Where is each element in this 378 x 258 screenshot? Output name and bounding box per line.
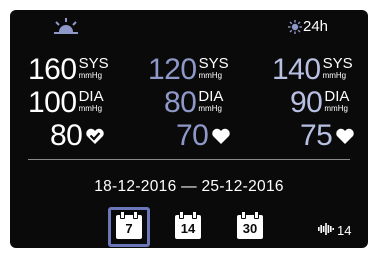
period-30-days-button[interactable]: 30 bbox=[229, 207, 271, 247]
calendar-icon: 14 bbox=[175, 211, 201, 239]
day-pulse: 80 bbox=[50, 121, 105, 151]
sys-label: SYS bbox=[198, 55, 229, 72]
total-pulse: 75 bbox=[300, 121, 355, 151]
total-pulse-value: 75 bbox=[300, 119, 333, 152]
heart-icon bbox=[335, 128, 355, 150]
bp-summary-panel: 160 SYS mmHg 100 DIA mmHg 80 120 SYS mmH… bbox=[10, 10, 368, 248]
day-systolic-value: 160 bbox=[28, 53, 77, 86]
night-pulse-value: 70 bbox=[176, 119, 209, 152]
night-diastolic: 80 DIA mmHg bbox=[164, 88, 223, 118]
day-systolic: 160 SYS mmHg bbox=[28, 55, 109, 85]
calendar-icon: 30 bbox=[237, 211, 263, 239]
unit-label: mmHg bbox=[198, 104, 222, 113]
date-range: 18-12-2016 — 25-12-2016 bbox=[94, 178, 284, 195]
dia-label: DIA bbox=[78, 88, 104, 105]
night-pulse: 70 bbox=[176, 121, 231, 151]
unit-label: mmHg bbox=[324, 104, 348, 113]
night-diastolic-value: 80 bbox=[164, 86, 197, 119]
calendar-icon: 7 bbox=[116, 211, 142, 239]
day-diastolic-value: 100 bbox=[28, 86, 77, 119]
total-systolic-value: 140 bbox=[272, 53, 321, 86]
night-systolic: 120 SYS mmHg bbox=[148, 55, 229, 85]
night-systolic-value: 120 bbox=[148, 53, 197, 86]
period-14-days-button[interactable]: 14 bbox=[167, 207, 209, 247]
total-diastolic-value: 90 bbox=[290, 86, 323, 119]
measurement-count: 14 bbox=[318, 223, 351, 238]
total-diastolic: 90 DIA mmHg bbox=[290, 88, 349, 118]
divider bbox=[28, 159, 350, 160]
moon-icon bbox=[200, 18, 214, 41]
sunrise-icon bbox=[52, 18, 80, 41]
screenshot: 160 SYS mmHg 100 DIA mmHg 80 120 SYS mmH… bbox=[0, 0, 378, 258]
day-pulse-value: 80 bbox=[50, 119, 83, 152]
sun-moon-icon: 24h bbox=[288, 18, 339, 35]
measurement-count-value: 14 bbox=[337, 223, 352, 238]
dia-label: DIA bbox=[198, 88, 224, 105]
period-7-days-button[interactable]: 7 bbox=[108, 207, 150, 247]
unit-label: mmHg bbox=[78, 71, 103, 80]
heart-check-icon bbox=[85, 128, 105, 150]
total-period-label: 24h bbox=[303, 18, 329, 35]
unit-label: mmHg bbox=[322, 71, 347, 80]
dia-label: DIA bbox=[324, 88, 350, 105]
sys-label: SYS bbox=[322, 55, 353, 72]
heart-icon bbox=[211, 128, 231, 150]
day-diastolic: 100 DIA mmHg bbox=[28, 88, 104, 118]
unit-label: mmHg bbox=[78, 104, 103, 113]
measurements-icon bbox=[318, 223, 334, 238]
total-systolic: 140 SYS mmHg bbox=[272, 55, 353, 85]
sys-label: SYS bbox=[78, 55, 109, 72]
unit-label: mmHg bbox=[198, 71, 223, 80]
